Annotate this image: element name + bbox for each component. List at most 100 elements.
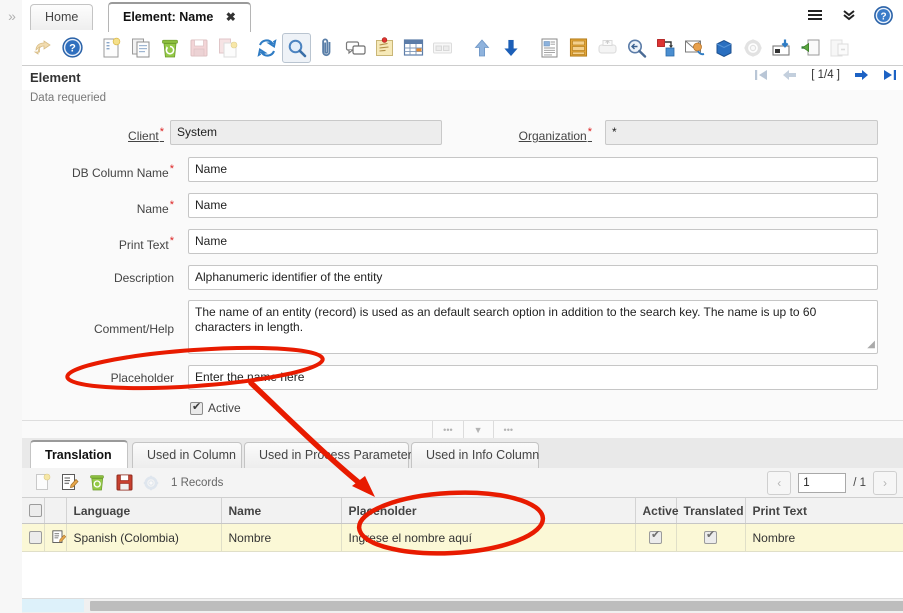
archive-button[interactable] — [565, 34, 592, 62]
pager-previous-button[interactable]: ‹ — [767, 471, 791, 495]
expand-menu-icon[interactable]: » — [4, 8, 20, 24]
row-active-checkbox[interactable] — [649, 531, 662, 544]
save-and-new-button[interactable] — [214, 34, 241, 62]
row-translated-cell[interactable] — [676, 524, 745, 552]
organization-label[interactable]: Organization* — [460, 126, 592, 143]
organization-field[interactable]: * — [605, 120, 878, 145]
requery-button[interactable] — [681, 34, 708, 62]
row-print-text-cell[interactable]: Nombre — [745, 524, 903, 552]
window-tab-home[interactable]: Home — [30, 4, 93, 31]
find-button[interactable] — [282, 33, 311, 63]
chevron-double-down-icon[interactable] — [839, 5, 859, 25]
db-column-name-field[interactable]: Name — [188, 157, 878, 182]
pager-next-button[interactable]: › — [873, 471, 897, 495]
grid-select-all-header[interactable] — [22, 498, 44, 524]
grid-toolbar: 1 Records ‹ 1 / 1 › — [22, 468, 903, 498]
help-button[interactable]: ? — [59, 34, 86, 62]
row-placeholder-cell[interactable]: Ingrese el nombre aquí — [341, 524, 635, 552]
form-row-db-column-name: DB Column Name* Name — [22, 156, 903, 186]
splitter-dots-left[interactable]: ••• — [432, 421, 462, 438]
close-icon[interactable]: ✖ — [226, 10, 236, 24]
help-icon[interactable]: ? — [873, 5, 893, 25]
delete-row-button[interactable] — [86, 472, 108, 494]
tab-used-in-process-parameter[interactable]: Used in Process Parameter — [244, 442, 409, 468]
name-field[interactable]: Name — [188, 193, 878, 218]
window-tab-element[interactable]: Element: Name ✖ — [108, 2, 251, 32]
last-record-button[interactable] — [883, 68, 897, 82]
row-active-cell[interactable] — [635, 524, 676, 552]
tab-used-in-column[interactable]: Used in Column — [132, 442, 242, 468]
horizontal-scrollbar[interactable] — [22, 598, 903, 613]
client-label[interactable]: Client* — [72, 126, 164, 143]
window-header: Element [ 1/4 ] — [22, 66, 903, 91]
form-row-placeholder: Placeholder Enter the name here — [22, 364, 903, 394]
form-row-description: Description Alphanumeric identifier of t… — [22, 264, 903, 294]
detail-record-button[interactable] — [497, 34, 524, 62]
table-row[interactable]: Spanish (Colombia) Nombre Ingrese el nom… — [22, 524, 903, 552]
tab-used-in-info-column[interactable]: Used in Info Column — [411, 442, 539, 468]
row-select-checkbox[interactable] — [29, 531, 42, 544]
grid-toggle-button[interactable] — [400, 34, 427, 62]
product-info-button[interactable] — [710, 34, 737, 62]
print-text-field[interactable]: Name — [188, 229, 878, 254]
save-button[interactable] — [185, 34, 212, 62]
zoom-across-button[interactable] — [652, 34, 679, 62]
print-text-label-text: Print Text — [119, 238, 169, 252]
preference-button[interactable] — [739, 34, 766, 62]
required-marker: * — [160, 126, 164, 138]
db-column-name-label: DB Column Name* — [42, 163, 174, 180]
export-button[interactable] — [768, 34, 795, 62]
grid-header-language[interactable]: Language — [66, 498, 221, 524]
multi-select-button[interactable] — [429, 34, 456, 62]
print-button[interactable] — [594, 34, 621, 62]
client-field[interactable]: System — [170, 120, 442, 145]
first-record-button[interactable] — [754, 68, 768, 82]
print-preview-button[interactable] — [623, 34, 650, 62]
import-button[interactable] — [797, 34, 824, 62]
grid-header-translated[interactable]: Translated — [676, 498, 745, 524]
grid-header-name[interactable]: Name — [221, 498, 341, 524]
note-button[interactable] — [371, 34, 398, 62]
resize-grip-icon[interactable]: ◢ — [867, 337, 875, 352]
delete-record-button[interactable] — [156, 34, 183, 62]
organization-label-text: Organization — [519, 129, 587, 143]
report-button[interactable] — [536, 34, 563, 62]
comment-help-field[interactable]: The name of an entity (record) is used a… — [188, 300, 878, 354]
copy-record-button[interactable] — [127, 34, 154, 62]
chat-button[interactable] — [342, 34, 369, 62]
row-language-cell[interactable]: Spanish (Colombia) — [66, 524, 221, 552]
row-select-cell[interactable] — [22, 524, 44, 552]
panel-splitter[interactable]: ••• ▼ ••• — [22, 420, 903, 440]
pager-page-input[interactable]: 1 — [798, 473, 846, 493]
attachment-button[interactable] — [313, 34, 340, 62]
record-navigation: [ 1/4 ] — [754, 68, 901, 82]
new-row-button[interactable] — [32, 472, 54, 494]
scrollbar-thumb[interactable] — [90, 601, 903, 611]
menu-icon[interactable] — [805, 5, 825, 25]
grid-header-placeholder[interactable]: Placeholder — [341, 498, 635, 524]
settings-button[interactable] — [140, 472, 162, 494]
undo-button[interactable] — [30, 34, 57, 62]
refresh-button[interactable] — [253, 34, 280, 62]
new-record-button[interactable] — [98, 34, 125, 62]
splitter-collapse-icon[interactable]: ▼ — [463, 421, 493, 438]
record-position-label: [ 1/4 ] — [811, 69, 840, 81]
parent-record-button[interactable] — [468, 34, 495, 62]
grid-header-active[interactable]: Active — [635, 498, 676, 524]
select-all-checkbox[interactable] — [29, 504, 42, 517]
exit-button[interactable] — [826, 34, 853, 62]
previous-record-button[interactable] — [782, 68, 797, 82]
next-record-button[interactable] — [854, 68, 869, 82]
tab-translation[interactable]: Translation — [30, 440, 128, 468]
save-row-button[interactable] — [113, 472, 135, 494]
tab-used-in-info-column-label: Used in Info Column — [426, 448, 539, 462]
row-edit-cell[interactable] — [44, 524, 66, 552]
row-translated-checkbox[interactable] — [704, 531, 717, 544]
grid-header-print-text[interactable]: Print Text — [745, 498, 903, 524]
description-field[interactable]: Alphanumeric identifier of the entity — [188, 265, 878, 290]
row-name-cell[interactable]: Nombre — [221, 524, 341, 552]
active-checkbox[interactable] — [190, 402, 203, 415]
placeholder-field[interactable]: Enter the name here — [188, 365, 878, 390]
edit-row-button[interactable] — [59, 472, 81, 494]
splitter-dots-right[interactable]: ••• — [493, 421, 523, 438]
